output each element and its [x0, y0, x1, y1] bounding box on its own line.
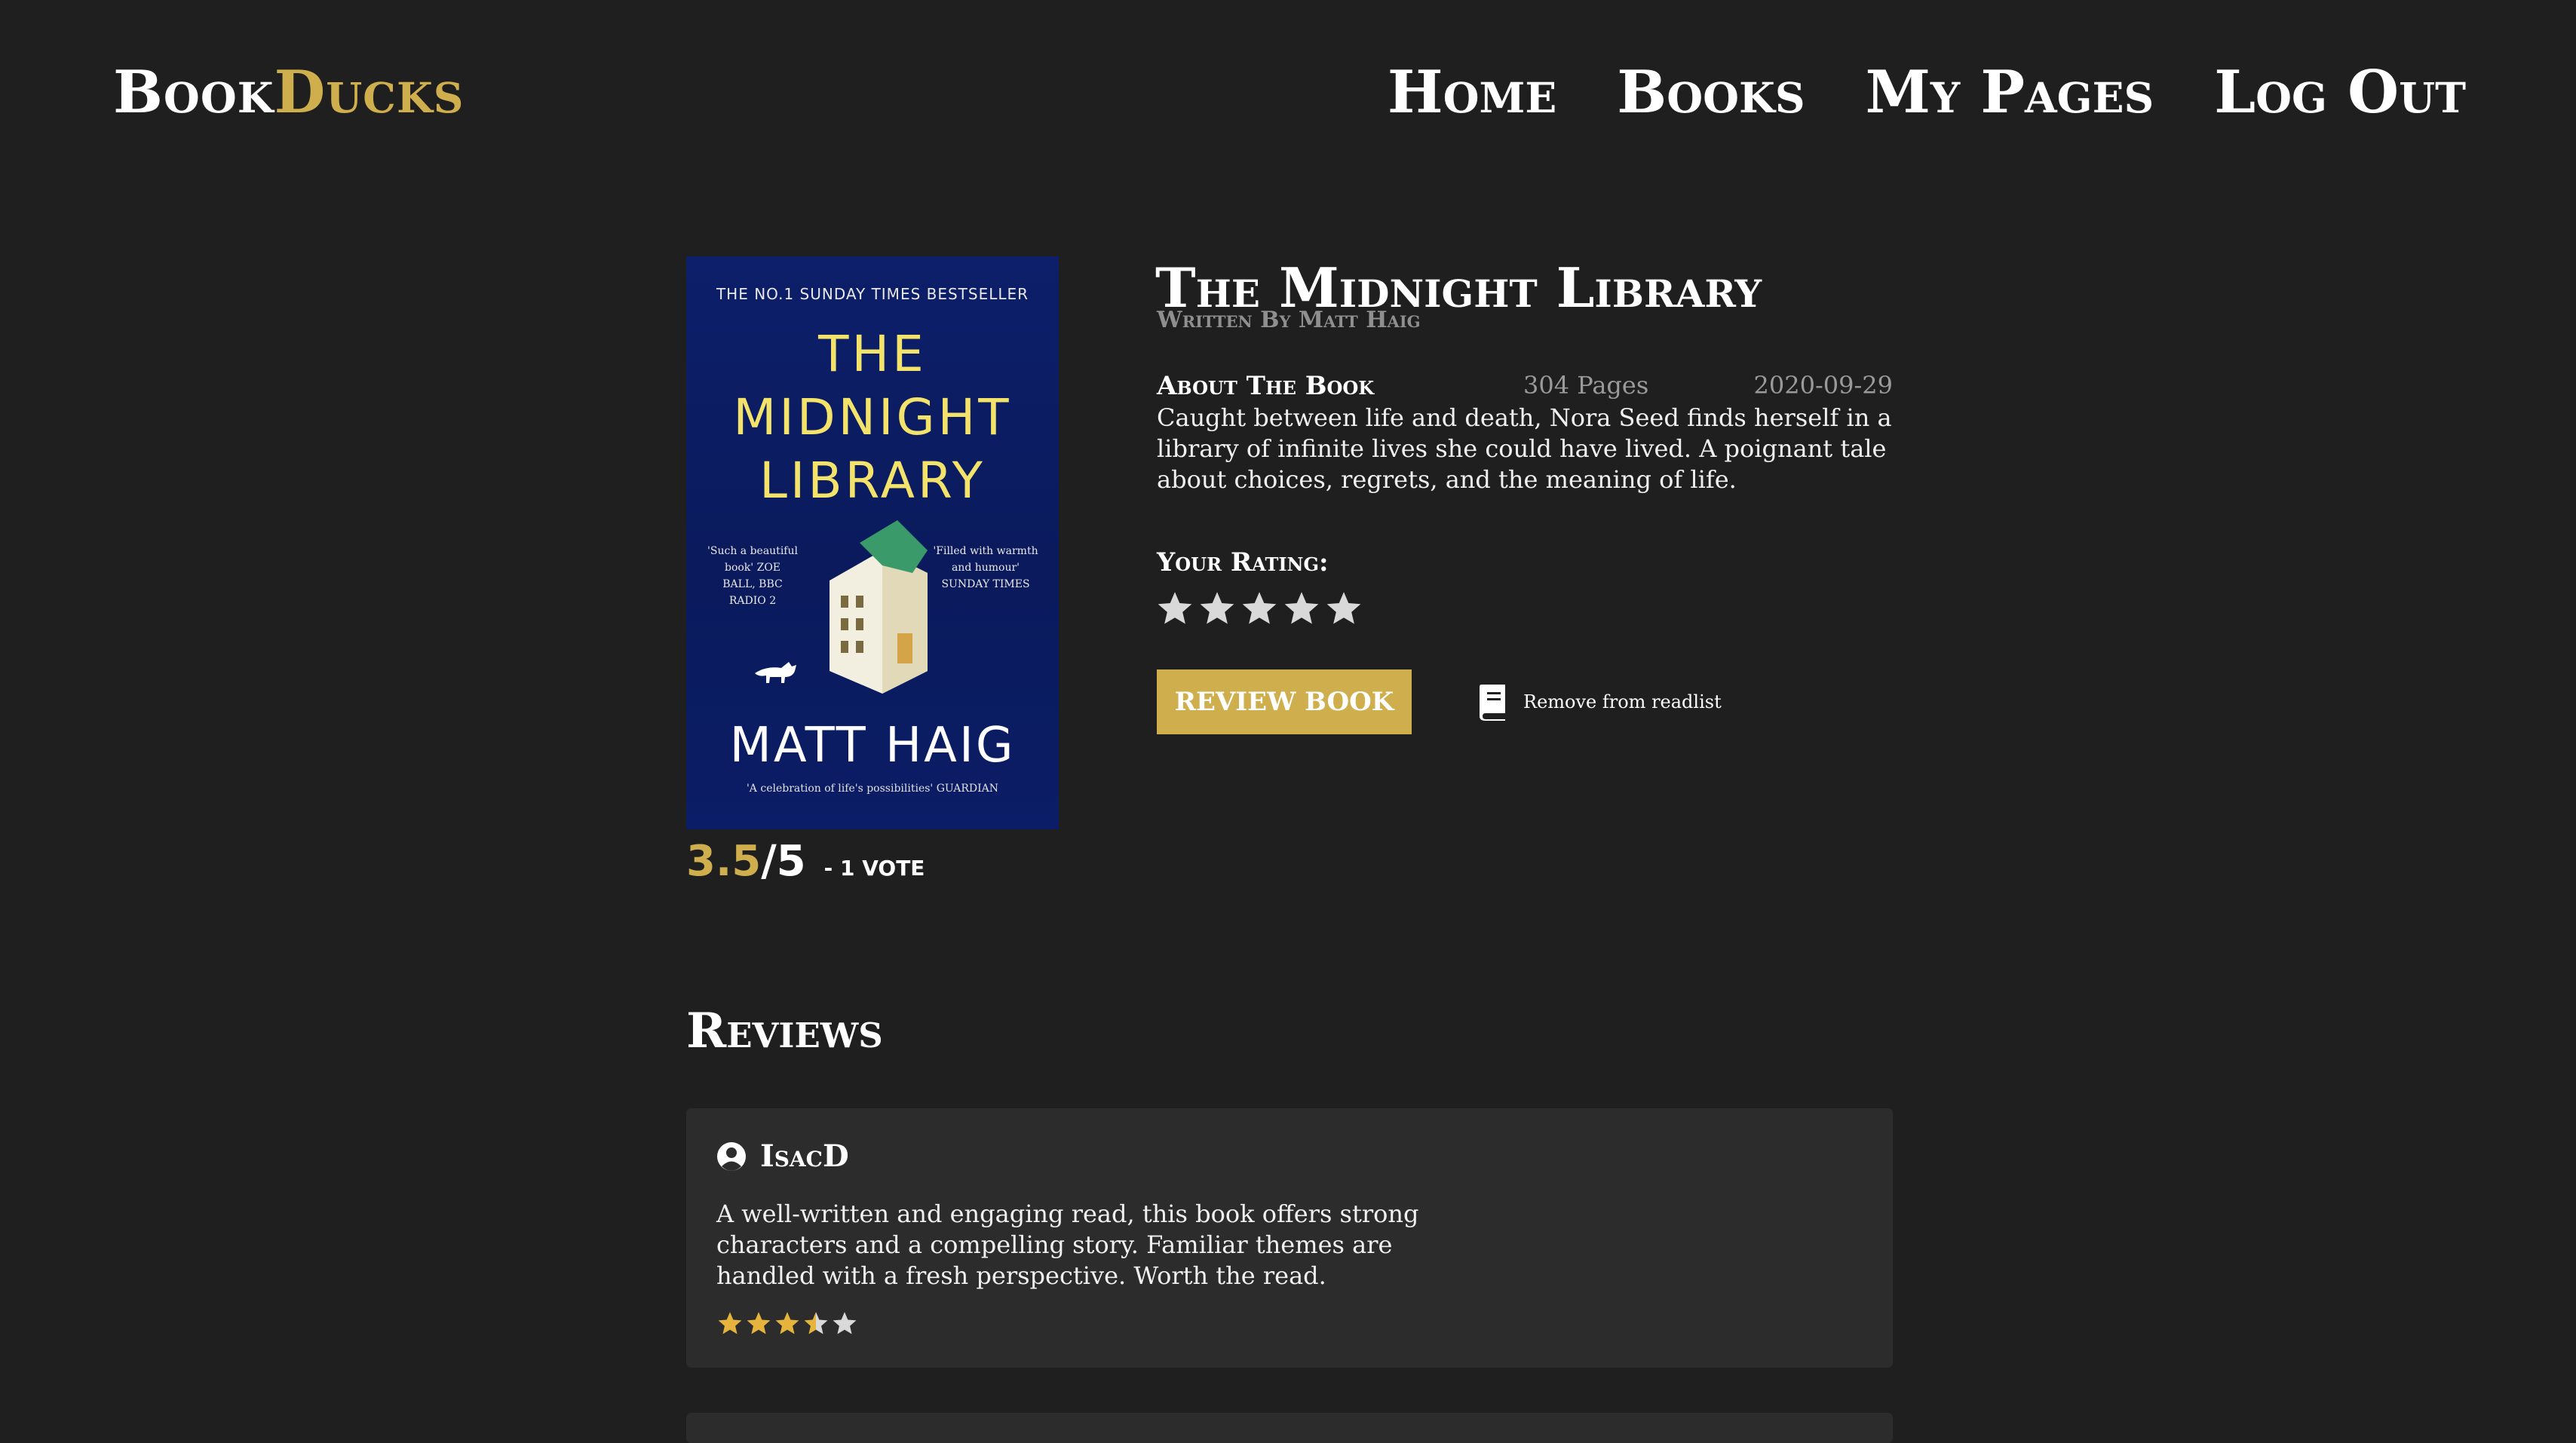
- cover-title-line: LIBRARY: [759, 452, 986, 510]
- book-description: Caught between life and death, Nora Seed…: [1157, 403, 1892, 494]
- your-rating-stars: [1155, 590, 1363, 629]
- review-username: IsacD: [760, 1138, 849, 1174]
- book-icon: [1480, 685, 1505, 721]
- about-row: About The Book 304 Pages 2020-09-29: [1157, 371, 1893, 401]
- cover-quote-left: 'Such a beautiful book' ZOE BALL, BBC RA…: [707, 545, 798, 607]
- star-icon: [718, 1312, 742, 1334]
- brand-logo[interactable]: BookDucks: [113, 63, 464, 122]
- readlist-label: Remove from readlist: [1523, 691, 1722, 712]
- brand-logo-part1: Book: [113, 58, 274, 127]
- star-icon[interactable]: [1282, 590, 1321, 629]
- review-user: IsacD: [716, 1138, 849, 1174]
- average-rating-score: 3.5: [686, 837, 762, 886]
- book-cover-image: THE NO.1 SUNDAY TIMES BESTSELLER THE MID…: [686, 256, 1059, 829]
- average-rating-max: /5: [761, 837, 806, 886]
- cover-title-line: THE: [818, 325, 927, 383]
- review-rating-stars: [716, 1310, 858, 1337]
- review-book-button[interactable]: REVIEW BOOK: [1157, 669, 1412, 734]
- star-icon[interactable]: [1155, 590, 1194, 629]
- nav-books-link[interactable]: Books: [1617, 63, 1805, 122]
- cover-quote-right: 'Filled with warmth and humour' SUNDAY T…: [933, 545, 1038, 590]
- review-text: A well-written and engaging read, this b…: [716, 1199, 1419, 1290]
- cover-house-illustration: [830, 520, 928, 694]
- about-book-label: About The Book: [1157, 371, 1375, 401]
- user-circle-icon: [717, 1141, 746, 1171]
- star-icon: [833, 1312, 857, 1334]
- review-card: [686, 1413, 1893, 1443]
- average-rating: 3.5 /5 - 1 VOTE: [686, 837, 925, 886]
- book-author-byline: Written By Matt Haig: [1157, 307, 1421, 333]
- nav-home-link[interactable]: Home: [1388, 63, 1556, 122]
- star-icon[interactable]: [1240, 590, 1279, 629]
- cover-title-line: MIDNIGHT: [733, 388, 1012, 446]
- nav-my-pages-link[interactable]: My Pages: [1866, 63, 2154, 122]
- your-rating-label: Your Rating:: [1157, 547, 1329, 578]
- cover-author: MATT HAIG: [729, 718, 1016, 774]
- page-count: 304 Pages: [1523, 371, 1649, 400]
- star-icon: [775, 1312, 799, 1334]
- reviews-heading: Reviews: [686, 1003, 883, 1059]
- site-header: BookDucks Home Books My Pages Log Out: [0, 0, 2576, 196]
- nav-log-out-link[interactable]: Log Out: [2214, 63, 2466, 122]
- cover-top-line: THE NO.1 SUNDAY TIMES BESTSELLER: [716, 285, 1029, 303]
- cover-bottom-quote: 'A celebration of life's possibilities' …: [746, 783, 999, 795]
- publish-date: 2020-09-29: [1753, 371, 1894, 400]
- cover-title: THE MIDNIGHT LIBRARY: [686, 323, 1059, 513]
- cover-cat-illustration: [755, 662, 796, 683]
- brand-logo-part2: Ducks: [274, 58, 465, 127]
- star-icon[interactable]: [1324, 590, 1363, 629]
- star-icon: [804, 1312, 828, 1334]
- remove-from-readlist-button[interactable]: Remove from readlist: [1478, 683, 1722, 721]
- star-icon[interactable]: [1198, 590, 1237, 629]
- main-nav: Home Books My Pages Log Out: [1388, 63, 2466, 122]
- star-icon: [747, 1312, 771, 1334]
- review-card: IsacD A well-written and engaging read, …: [686, 1108, 1893, 1368]
- vote-count: - 1 VOTE: [823, 856, 925, 881]
